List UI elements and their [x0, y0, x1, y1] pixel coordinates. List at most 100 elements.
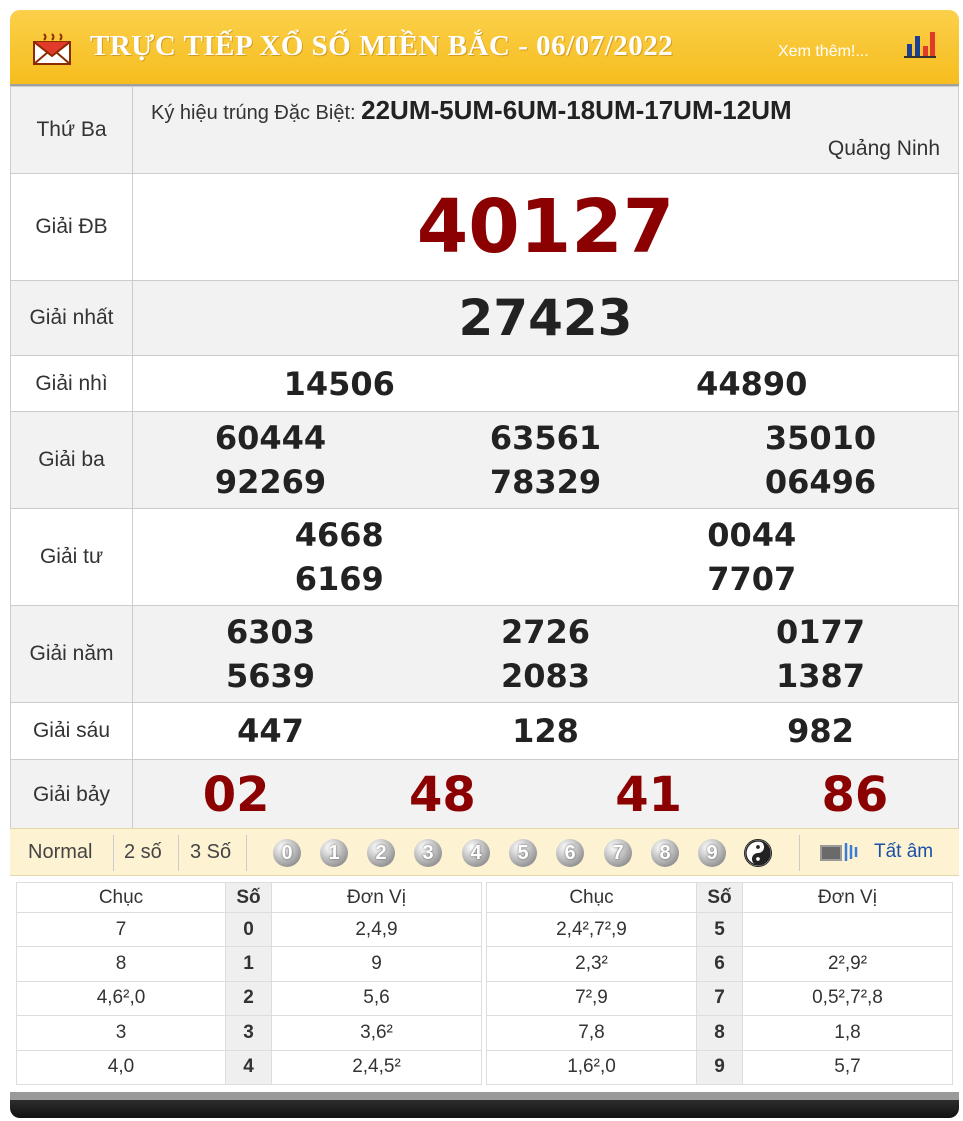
filter-normal[interactable]: Normal: [28, 841, 92, 864]
see-more-link[interactable]: Xem thêm!...: [778, 43, 869, 61]
bar-chart-icon[interactable]: [903, 30, 937, 60]
prize-number: 4668: [294, 516, 384, 554]
col-header-chuc: Chục: [16, 882, 226, 913]
weekday-label: Thứ Ba: [10, 86, 133, 174]
prize-number: 35010: [764, 419, 877, 457]
chuc-cell: 8: [16, 946, 226, 982]
filter-3-so[interactable]: 3 Số: [190, 841, 231, 864]
filter-bar: Normal 2 số 3 Số 0 1 2 3 4 5 6 7 8 9 Tất…: [10, 828, 959, 876]
symbol-row: Thứ Ba Ký hiệu trúng Đặc Biệt: 22UM-5UM-…: [10, 86, 959, 174]
donvi-cell: 1,8: [742, 1015, 953, 1051]
digit-ball-2[interactable]: 2: [367, 839, 395, 867]
so-cell: 3: [225, 1015, 272, 1051]
so-cell: 0: [225, 911, 272, 948]
sound-icon[interactable]: [818, 839, 864, 865]
digit-ball-0[interactable]: 0: [273, 839, 301, 867]
prize-number: 0177: [775, 613, 866, 651]
header-bar: TRỰC TIẾP XỔ SỐ MIỀN BẮC - 06/07/2022 Xe…: [10, 10, 959, 84]
col-header-so: Số: [696, 882, 743, 913]
prize-number: 2083: [500, 657, 591, 695]
prize-number: 5639: [225, 657, 316, 695]
mail-icon: [33, 33, 71, 65]
so-cell: 2: [225, 980, 272, 1017]
special-symbol-label: Ký hiệu trúng Đặc Biệt:: [151, 102, 356, 124]
loto-table-left: Chục Số Đơn Vị 7 0 2,4,9 819 4,6²,0 2 5,6 33…: [16, 882, 482, 1085]
prize-label-5: Giải năm: [10, 605, 133, 703]
so-cell: 5: [696, 911, 743, 948]
prize-row-7: Giải bảy 02 48 41 86: [10, 759, 959, 830]
digit-ball-4[interactable]: 4: [462, 839, 490, 867]
symbol-cell: Ký hiệu trúng Đặc Biệt: 22UM-5UM-6UM-18U…: [132, 86, 959, 174]
chuc-cell: 2,4²,7²,9: [486, 911, 697, 948]
prize-number-highlight: 41: [615, 766, 683, 823]
prize-label-2: Giải nhì: [10, 355, 133, 412]
prize-number: 63561: [489, 419, 602, 457]
digit-ball-8[interactable]: 8: [651, 839, 679, 867]
prize-number: 2726: [500, 613, 591, 651]
donvi-cell: 0,5²,7²,8: [742, 980, 953, 1017]
digit-ball-9[interactable]: 9: [698, 839, 726, 867]
prize-row-6: Giải sáu 447 128 982: [10, 702, 959, 760]
prize-row-3: Giải ba 60444 63561 35010 92269 78329 06…: [10, 411, 959, 509]
divider: [246, 835, 247, 871]
prize-number: 6303: [225, 613, 316, 651]
prize-row-db: Giải ĐB 40127: [10, 173, 959, 281]
prize-number: 1387: [775, 657, 866, 695]
divider: [178, 835, 179, 871]
loto-row: 1,6²,0 9 5,7: [486, 1049, 953, 1085]
prize-number: 92269: [214, 463, 327, 501]
divider: [799, 835, 800, 871]
loto-table-right: Chục Số Đơn Vị 2,4²,7²,9 5 2,3² 6 2²,9² 7²,…: [486, 882, 953, 1085]
prize-row-5: Giải năm 6303 2726 0177 5639 2083 1387: [10, 605, 959, 703]
donvi-cell: 2²,9²: [742, 946, 953, 982]
chuc-cell: 4,0: [16, 1049, 226, 1085]
page-title: TRỰC TIẾP XỔ SỐ MIỀN BẮC - 06/07/2022: [90, 30, 674, 62]
donvi-cell: 9: [271, 946, 482, 982]
donvi-cell: 2,4,5²: [271, 1049, 482, 1085]
prize-number: 06496: [764, 463, 877, 501]
digit-ball-6[interactable]: 6: [556, 839, 584, 867]
loto-row: 7²,9 7 0,5²,7²,8: [486, 980, 953, 1017]
loto-row: 7,8 8 1,8: [486, 1015, 953, 1051]
digit-ball-1[interactable]: 1: [320, 839, 348, 867]
digit-ball-7[interactable]: 7: [604, 839, 632, 867]
prize-number: 6169: [294, 560, 384, 598]
chuc-cell: 1,6²,0: [486, 1049, 697, 1085]
prize-number: 128: [512, 712, 579, 750]
prize-number: 447: [237, 712, 304, 750]
prize-number-highlight: 48: [408, 766, 476, 823]
col-header-chuc: Chục: [486, 882, 697, 913]
digit-ball-3[interactable]: 3: [414, 839, 442, 867]
so-cell: 1: [225, 946, 272, 982]
so-cell: 6: [696, 946, 743, 982]
special-prize-number: 40127: [416, 184, 675, 270]
loto-row: 7 0 2,4,9: [16, 911, 482, 948]
so-cell: 9: [696, 1049, 743, 1085]
yin-yang-icon[interactable]: [744, 839, 772, 867]
special-symbol-codes: 22UM-5UM-6UM-18UM-17UM-12UM: [361, 95, 792, 125]
prize-number: 44890: [696, 364, 808, 403]
col-header-so: Số: [225, 882, 272, 913]
prize-number: 982: [787, 712, 854, 750]
digit-ball-5[interactable]: 5: [509, 839, 537, 867]
province-name: Quảng Ninh: [827, 137, 940, 160]
loto-row: 819: [16, 946, 482, 982]
chuc-cell: 3: [16, 1015, 226, 1051]
lottery-widget: TRỰC TIẾP XỔ SỐ MIỀN BẮC - 06/07/2022 Xe…: [10, 10, 959, 1118]
prize-number-highlight: 02: [202, 766, 270, 823]
prize-label-db: Giải ĐB: [10, 173, 133, 281]
donvi-cell: 5,6: [271, 980, 482, 1017]
prize-number-highlight: 86: [821, 766, 889, 823]
mute-all-link[interactable]: Tất âm: [874, 841, 933, 863]
prize-row-4: Giải tư 4668 0044 6169 7707: [10, 508, 959, 606]
filter-2-so[interactable]: 2 số: [124, 841, 162, 864]
prize-number: 14506: [283, 364, 395, 403]
prize-number: 0044: [707, 516, 797, 554]
special-symbol-line: Ký hiệu trúng Đặc Biệt: 22UM-5UM-6UM-18U…: [151, 95, 792, 126]
prize-label-6: Giải sáu: [10, 702, 133, 760]
so-cell: 7: [696, 980, 743, 1017]
prize-label-1: Giải nhất: [10, 280, 133, 356]
chuc-cell: 7,8: [486, 1015, 697, 1051]
donvi-cell: 3,6²: [271, 1015, 482, 1051]
donvi-cell: [742, 911, 953, 948]
